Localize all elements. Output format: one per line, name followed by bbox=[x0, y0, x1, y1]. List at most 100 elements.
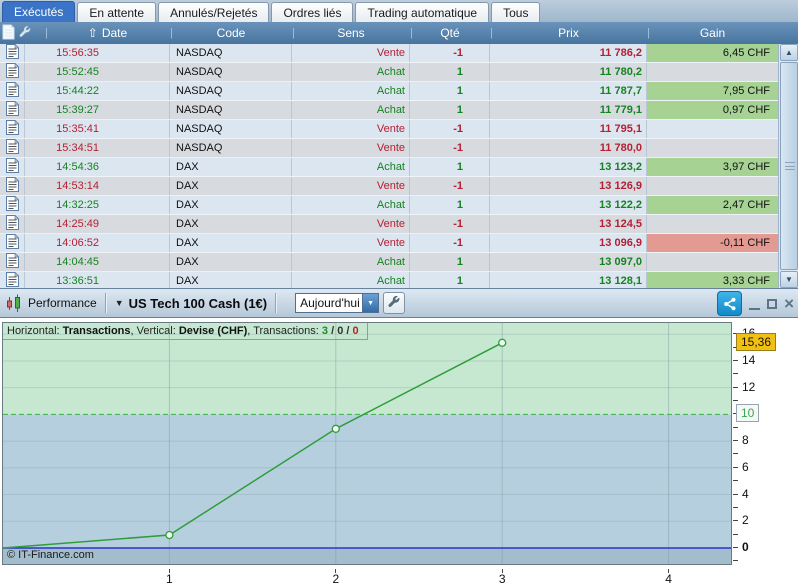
share-button[interactable] bbox=[717, 291, 743, 316]
order-time: 14:54:36 bbox=[25, 158, 170, 176]
scrollbar-thumb[interactable] bbox=[780, 62, 798, 270]
minimize-button[interactable] bbox=[749, 298, 761, 310]
order-details-button[interactable] bbox=[0, 81, 25, 100]
order-gain: 2,47 CHF bbox=[647, 196, 778, 214]
table-scrollbar[interactable]: ▲ ▼ bbox=[778, 44, 798, 288]
chart-legend: Horizontal: Transactions, Vertical: Devi… bbox=[3, 323, 368, 340]
table-row[interactable]: 15:52:45 NASDAQ Achat 1 11 780,2 bbox=[0, 62, 778, 82]
tab-trading-automatique[interactable]: Trading automatique bbox=[355, 2, 490, 22]
order-side: Vente bbox=[292, 120, 410, 138]
column-header-code[interactable]: Code bbox=[170, 22, 295, 44]
order-gain: -0,11 CHF bbox=[647, 234, 778, 252]
tab-ordres-lies[interactable]: Ordres liés bbox=[271, 2, 354, 22]
chevron-down-icon[interactable]: ▼ bbox=[362, 294, 379, 312]
document-icon bbox=[5, 157, 19, 176]
order-quantity: 1 bbox=[410, 196, 490, 214]
order-time: 14:53:14 bbox=[25, 177, 170, 195]
period-select[interactable]: Aujourd'hui ▼ bbox=[295, 293, 380, 313]
order-code: NASDAQ bbox=[170, 44, 292, 62]
wrench-icon[interactable] bbox=[18, 25, 32, 42]
document-icon bbox=[5, 233, 19, 252]
share-icon bbox=[723, 297, 736, 310]
order-price: 11 779,1 bbox=[490, 101, 647, 119]
order-details-button[interactable] bbox=[0, 100, 25, 119]
table-row[interactable]: 15:44:22 NASDAQ Achat 1 11 787,7 7,95 CH… bbox=[0, 81, 778, 101]
order-quantity: -1 bbox=[410, 44, 490, 62]
order-time: 15:44:22 bbox=[25, 82, 170, 100]
order-price: 13 097,0 bbox=[490, 253, 647, 271]
tab-tous[interactable]: Tous bbox=[491, 2, 541, 22]
order-price: 11 780,2 bbox=[490, 63, 647, 81]
document-icon bbox=[5, 195, 19, 214]
table-row[interactable]: 15:56:35 NASDAQ Vente -1 11 786,2 6,45 C… bbox=[0, 43, 778, 63]
scroll-down-button[interactable]: ▼ bbox=[780, 271, 798, 288]
tab-annules-rejetes[interactable]: Annulés/Rejetés bbox=[158, 2, 270, 22]
order-gain bbox=[647, 139, 778, 157]
order-code: DAX bbox=[170, 253, 292, 271]
order-details-button[interactable] bbox=[0, 176, 25, 195]
order-price: 13 123,2 bbox=[490, 158, 647, 176]
order-quantity: 1 bbox=[410, 101, 490, 119]
order-details-button[interactable] bbox=[0, 233, 25, 252]
order-details-button[interactable] bbox=[0, 43, 25, 62]
candlestick-icon bbox=[6, 294, 23, 313]
order-time: 15:35:41 bbox=[25, 120, 170, 138]
instrument-selector[interactable]: ▼ US Tech 100 Cash (1€) bbox=[115, 296, 267, 311]
order-details-button[interactable] bbox=[0, 214, 25, 233]
order-code: NASDAQ bbox=[170, 120, 292, 138]
order-price: 11 780,0 bbox=[490, 139, 647, 157]
order-details-button[interactable] bbox=[0, 138, 25, 157]
order-details-button[interactable] bbox=[0, 157, 25, 176]
order-time: 14:25:49 bbox=[25, 215, 170, 233]
order-details-button[interactable] bbox=[0, 62, 25, 81]
column-header-prix[interactable]: Prix bbox=[490, 22, 650, 44]
column-header-date[interactable]: ⇧ Date bbox=[45, 22, 173, 44]
table-row[interactable]: 15:35:41 NASDAQ Vente -1 11 795,1 bbox=[0, 119, 778, 139]
order-gain: 3,97 CHF bbox=[647, 158, 778, 176]
table-row[interactable]: 15:34:51 NASDAQ Vente -1 11 780,0 bbox=[0, 138, 778, 158]
order-code: DAX bbox=[170, 196, 292, 214]
scroll-up-button[interactable]: ▲ bbox=[780, 44, 798, 61]
order-code: NASDAQ bbox=[170, 101, 292, 119]
table-row[interactable]: 14:54:36 DAX Achat 1 13 123,2 3,97 CHF bbox=[0, 157, 778, 177]
table-row[interactable]: 14:06:52 DAX Vente -1 13 096,9 -0,11 CHF bbox=[0, 233, 778, 253]
order-code: DAX bbox=[170, 158, 292, 176]
order-side: Vente bbox=[292, 215, 410, 233]
order-gain: 7,95 CHF bbox=[647, 82, 778, 100]
panel-title: Performance bbox=[28, 296, 97, 310]
document-icon bbox=[5, 62, 19, 81]
document-icon bbox=[5, 176, 19, 195]
order-quantity: 1 bbox=[410, 253, 490, 271]
close-button[interactable]: × bbox=[784, 295, 794, 312]
order-time: 15:39:27 bbox=[25, 101, 170, 119]
grip-icon bbox=[785, 162, 795, 170]
order-time: 14:04:45 bbox=[25, 253, 170, 271]
order-details-button[interactable] bbox=[0, 119, 25, 138]
period-value: Aujourd'hui bbox=[300, 296, 360, 310]
order-side: Vente bbox=[292, 234, 410, 252]
table-row[interactable]: 14:04:45 DAX Achat 1 13 097,0 bbox=[0, 252, 778, 272]
order-details-button[interactable] bbox=[0, 252, 25, 271]
order-side: Achat bbox=[292, 63, 410, 81]
document-icon[interactable] bbox=[2, 24, 15, 43]
maximize-button[interactable] bbox=[767, 298, 778, 309]
order-gain bbox=[647, 253, 778, 271]
tab-executes[interactable]: Exécutés bbox=[2, 1, 76, 22]
column-header-gain[interactable]: Gain bbox=[647, 22, 778, 44]
order-quantity: 1 bbox=[410, 158, 490, 176]
performance-panel-header: Performance ▼ US Tech 100 Cash (1€) Aujo… bbox=[0, 288, 798, 318]
order-side: Achat bbox=[292, 82, 410, 100]
table-row[interactable]: 14:25:49 DAX Vente -1 13 124,5 bbox=[0, 214, 778, 234]
column-header-qte[interactable]: Qté bbox=[410, 22, 493, 44]
chart-settings-button[interactable] bbox=[383, 292, 406, 314]
table-row[interactable]: 14:53:14 DAX Vente -1 13 126,9 bbox=[0, 176, 778, 196]
copyright-label: © IT-Finance.com bbox=[7, 549, 94, 561]
tab-en-attente[interactable]: En attente bbox=[77, 2, 157, 22]
order-time: 15:52:45 bbox=[25, 63, 170, 81]
column-header-sens[interactable]: Sens bbox=[292, 22, 413, 44]
order-code: DAX bbox=[170, 234, 292, 252]
order-details-button[interactable] bbox=[0, 195, 25, 214]
order-price: 11 787,7 bbox=[490, 82, 647, 100]
table-row[interactable]: 15:39:27 NASDAQ Achat 1 11 779,1 0,97 CH… bbox=[0, 100, 778, 120]
table-row[interactable]: 14:32:25 DAX Achat 1 13 122,2 2,47 CHF bbox=[0, 195, 778, 215]
